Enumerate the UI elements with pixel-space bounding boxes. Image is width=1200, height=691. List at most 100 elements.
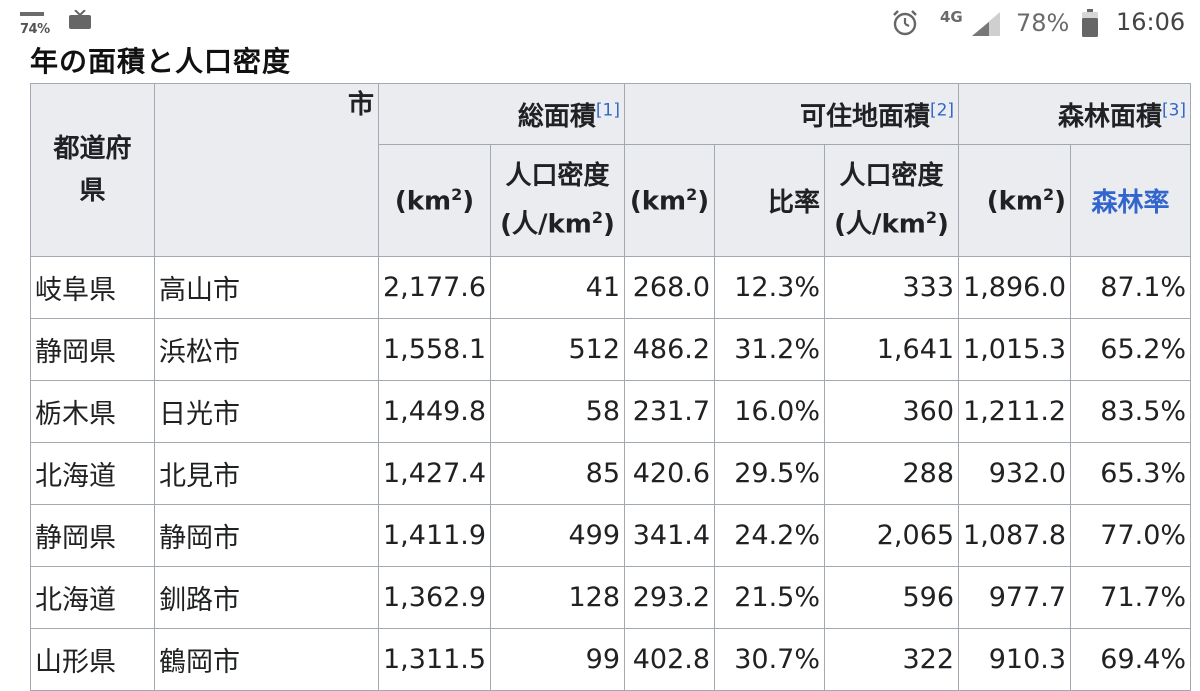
cell-city-link[interactable]: 鶴岡市 [154,628,379,691]
forest-ratio-link[interactable]: 森林率 [1092,188,1170,218]
cell-habitable-area: 402.8 [624,628,716,691]
cell-city-link[interactable]: 釧路市 [154,566,379,629]
cell-habitable-ratio: 29.5% [714,442,826,505]
table-row: 静岡県 浜松市 1,558.1 512 486.2 31.2% 1,641 1,015.3 65… [30,318,1192,381]
cell-habitable-density: 360 [824,380,960,443]
header-total-area[interactable]: 総面積[1] [377,83,626,145]
cell-habitable-density: 322 [824,628,960,691]
table-row: 栃木県 日光市 1,449.8 58 231.7 16.0% 360 1,211.2 83.5% [30,380,1192,443]
area-density-table: 都道府県 市 総面積[1] 可住地面積[2] 森林面積[3] (km2) 人口密… [30,83,1192,691]
unit-sup: 2 [925,208,938,228]
cell-total-area: 1,362.9 [378,566,491,629]
header-total-density[interactable]: 人口密度 (人/km2) [489,144,626,257]
header-forest-km2[interactable]: (km2) [958,144,1072,257]
unit-sup: 2 [1043,184,1055,204]
cell-total-density: 41 [489,256,626,319]
cell-total-density: 85 [489,442,626,505]
cell-habitable-area: 293.2 [624,566,716,629]
cell-forest-area: 977.7 [958,566,1072,629]
cell-habitable-area: 341.4 [624,504,716,567]
alarm-icon [893,10,917,36]
table-row: 山形県 鶴岡市 1,311.5 99 402.8 30.7% 322 910.3 69.4% [30,628,1192,691]
cell-total-area: 1,558.1 [378,318,491,381]
unit-text: (km [629,186,687,217]
density-unit: (人/km2) [495,197,620,246]
battery-icon [1082,9,1098,37]
unit-sup: 2 [591,208,604,228]
cell-forest-area: 1,211.2 [958,380,1072,443]
cell-city-link[interactable]: 日光市 [154,380,379,443]
cell-city-link[interactable]: 北見市 [154,442,379,505]
cell-total-density: 499 [489,504,626,567]
cell-forest-ratio: 83.5% [1070,380,1192,443]
section-heading: 年の面積と人口密度 [30,45,292,78]
cell-habitable-ratio: 30.7% [714,628,826,691]
unit-text: (km [986,186,1044,217]
cell-habitable-ratio: 31.2% [714,318,826,381]
density-unit: (人/km2) [829,197,954,246]
ref-link-1[interactable]: [1] [596,100,620,120]
unit-text: ) [462,186,475,217]
clock-time: 16:06 [1116,8,1186,36]
signal-icon [972,12,1000,36]
header-prefecture[interactable]: 都道府県 [30,83,155,257]
cell-total-area: 1,311.5 [378,628,491,691]
header-forest-ratio[interactable]: 森林率 [1070,144,1192,257]
cell-total-area: 1,449.8 [378,380,491,443]
unit-text: ) [937,209,949,240]
battery-icon [20,12,44,16]
header-forest-area[interactable]: 森林面積[3] [958,83,1192,145]
cell-city-link[interactable]: 浜松市 [154,318,379,381]
unit-text: ) [603,209,615,240]
header-city[interactable]: 市 [154,83,379,257]
cell-habitable-ratio: 24.2% [714,504,826,567]
cell-habitable-density: 1,641 [824,318,960,381]
cell-prefecture: 北海道 [30,566,155,629]
ref-link-3[interactable]: [3] [1162,100,1186,120]
cell-total-area: 2,177.6 [378,256,491,319]
cell-prefecture: 岐阜県 [30,256,155,319]
cell-habitable-density: 2,065 [824,504,960,567]
cell-total-area: 1,427.4 [378,442,491,505]
density-label: 人口密度 [505,161,610,192]
header-prefecture-label: 都道府県 [53,134,132,206]
cell-prefecture: 静岡県 [30,318,155,381]
cell-forest-area: 1,896.0 [958,256,1072,319]
tv-icon [69,10,91,29]
cell-total-density: 512 [489,318,626,381]
cell-prefecture: 北海道 [30,442,155,505]
cell-prefecture: 山形県 [30,628,155,691]
cell-habitable-ratio: 21.5% [714,566,826,629]
header-habitable-density[interactable]: 人口密度 (人/km2) [824,144,960,257]
header-habitable-ratio[interactable]: 比率 [714,144,826,257]
cell-forest-ratio: 87.1% [1070,256,1192,319]
header-forest-area-label: 森林面積 [1057,101,1162,132]
cell-habitable-ratio: 12.3% [714,256,826,319]
cell-prefecture: 栃木県 [30,380,155,443]
cell-forest-area: 910.3 [958,628,1072,691]
battery-percent: 78% [1016,9,1070,37]
cell-prefecture: 静岡県 [30,504,155,567]
cell-forest-area: 932.0 [958,442,1072,505]
cell-city-link[interactable]: 高山市 [154,256,379,319]
unit-text: (km [394,186,452,217]
cell-forest-ratio: 69.4% [1070,628,1192,691]
cell-city-link[interactable]: 静岡市 [154,504,379,567]
density-label: 人口密度 [839,161,944,192]
table-row: 静岡県 静岡市 1,411.9 499 341.4 24.2% 2,065 1,087.8 77… [30,504,1192,567]
header-total-km2[interactable]: (km2) [378,144,491,257]
header-habitable-area[interactable]: 可住地面積[2] [624,83,960,145]
table-row: 北海道 北見市 1,427.4 85 420.6 29.5% 288 932.0 65.3% [30,442,1192,505]
header-total-area-label: 総面積 [517,101,596,132]
cell-total-area: 1,411.9 [378,504,491,567]
cell-habitable-density: 333 [824,256,960,319]
unit-text: (人/km [834,209,926,240]
unit-text: ) [697,186,710,217]
cell-habitable-area: 268.0 [624,256,716,319]
header-habitable-km2[interactable]: (km2) [624,144,716,257]
ref-link-2[interactable]: [2] [930,100,954,120]
cell-forest-ratio: 77.0% [1070,504,1192,567]
cell-habitable-density: 596 [824,566,960,629]
battery-small-label: 74% [20,22,50,37]
unit-sup: 2 [686,184,698,204]
